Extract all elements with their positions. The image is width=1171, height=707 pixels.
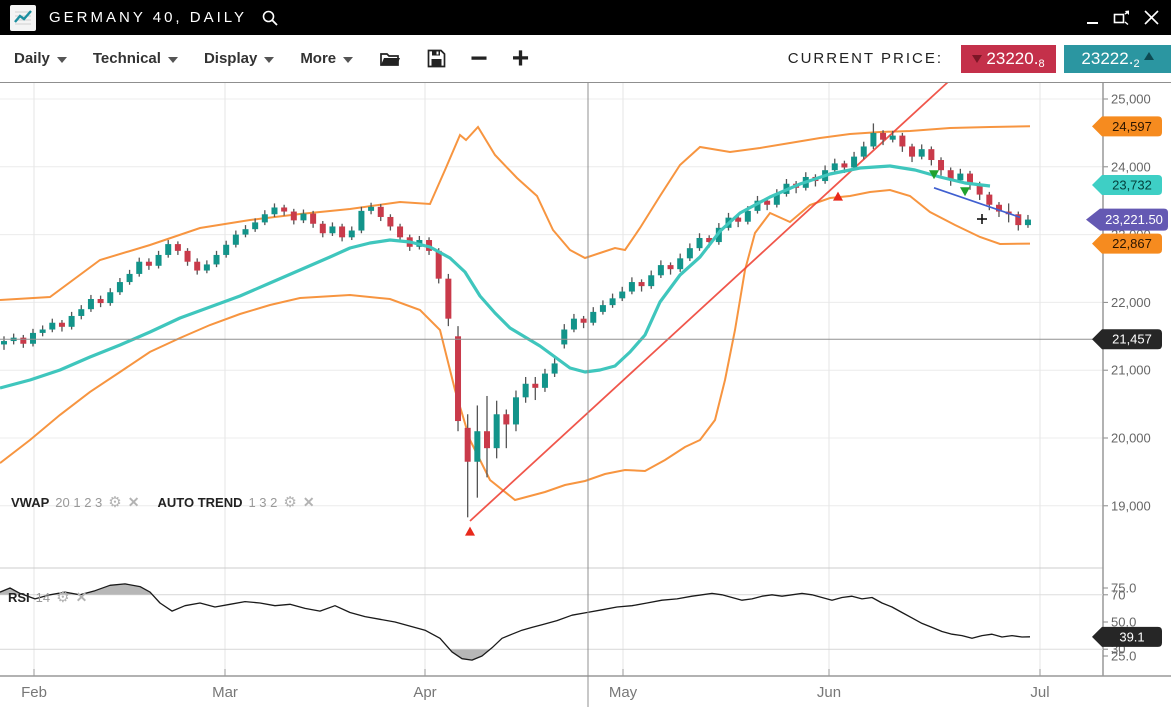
indicator-row-vwap: VWAP 20 1 2 3 ⚙ ✕ AUTO TREND 1 3 2 ⚙ ✕ (11, 493, 315, 511)
svg-text:24,597: 24,597 (1112, 119, 1152, 134)
price-up-arrow-icon (1144, 52, 1154, 60)
chart-canvas[interactable]: 25,00024,00023,00022,00021,00020,00019,0… (0, 0, 1171, 707)
price-axis-labels: 25,00024,00023,00022,00021,00020,00019,0… (1103, 92, 1151, 514)
svg-text:70: 70 (1111, 587, 1125, 602)
menu-daily-label: Daily (14, 50, 50, 67)
menu-technical-label: Technical (93, 50, 161, 67)
auto-trend-remove-icon[interactable]: ✕ (303, 494, 315, 511)
bid-price-badge: 23220.8 (961, 45, 1056, 73)
close-button[interactable] (1144, 10, 1159, 25)
current-price-label: CURRENT PRICE: (788, 50, 943, 67)
svg-text:20,000: 20,000 (1111, 431, 1151, 446)
window-controls (1087, 10, 1159, 26)
rsi-value-badge: 39.1 (1092, 627, 1162, 647)
vwap-remove-icon[interactable]: ✕ (128, 494, 140, 511)
price-down-arrow-icon (972, 55, 982, 63)
zoom-out-button[interactable]: − (470, 49, 488, 69)
chevron-down-icon (57, 57, 67, 63)
ask-price-dec: 2 (1133, 58, 1139, 70)
rsi-remove-icon[interactable]: ✕ (76, 589, 88, 606)
rsi-pane: 75.07050.03025.0 (0, 581, 1136, 664)
svg-text:21,000: 21,000 (1111, 363, 1151, 378)
app-window: 25,00024,00023,00022,00021,00020,00019,0… (0, 0, 1171, 707)
save-icon[interactable] (427, 49, 446, 68)
svg-text:May: May (609, 684, 638, 701)
ask-price-badge: 23222.2 (1064, 45, 1171, 73)
chevron-down-icon (343, 57, 353, 63)
menu-display[interactable]: Display (204, 50, 274, 67)
vwap-settings-gear-icon[interactable]: ⚙ (108, 493, 121, 511)
svg-text:25,000: 25,000 (1111, 92, 1151, 107)
rsi-indicator-params: 14 (36, 590, 50, 605)
current-price-block: CURRENT PRICE: 23220.8 23222.2 (788, 45, 1171, 73)
rsi-settings-gear-icon[interactable]: ⚙ (56, 588, 69, 606)
zoom-in-button[interactable]: + (512, 49, 530, 69)
svg-text:Jun: Jun (817, 684, 841, 701)
auto-trend-indicator-label: AUTO TREND (157, 495, 242, 510)
auto-trend-settings-gear-icon[interactable]: ⚙ (283, 493, 296, 511)
svg-text:21,457: 21,457 (1112, 332, 1152, 347)
menu-display-label: Display (204, 50, 257, 67)
menu-technical[interactable]: Technical (93, 50, 178, 67)
svg-text:Feb: Feb (21, 684, 47, 701)
restore-window-button[interactable] (1113, 10, 1130, 26)
svg-text:Jul: Jul (1030, 684, 1049, 701)
minimize-button[interactable] (1087, 11, 1099, 25)
title-bar: GERMANY 40, DAILY (0, 0, 1171, 35)
svg-text:19,000: 19,000 (1111, 498, 1151, 513)
time-axis-labels: Feb Mar Apr May Jun Jul (21, 669, 1050, 701)
menu-more[interactable]: More (300, 50, 353, 67)
rsi-indicator (0, 584, 1030, 660)
chevron-down-icon (168, 57, 178, 63)
axes (0, 83, 1171, 676)
price-gridlines (0, 99, 1103, 506)
svg-text:22,000: 22,000 (1111, 295, 1151, 310)
search-icon[interactable] (261, 9, 279, 27)
menu-daily[interactable]: Daily (14, 50, 67, 67)
svg-text:39.1: 39.1 (1119, 629, 1144, 644)
svg-text:23,221.50: 23,221.50 (1105, 212, 1163, 227)
bid-price-int: 23220 (986, 49, 1033, 69)
menu-more-label: More (300, 50, 336, 67)
toolbar: Daily Technical Display More (0, 35, 1171, 83)
svg-text:23,732: 23,732 (1112, 177, 1152, 192)
svg-text:22,867: 22,867 (1112, 236, 1152, 251)
bid-price-dec: 8 (1038, 58, 1044, 70)
window-title: GERMANY 40, DAILY (49, 9, 247, 26)
vwap-indicator-label: VWAP (11, 495, 49, 510)
bollinger-lower-band (0, 190, 1030, 500)
rsi-indicator-label: RSI (8, 590, 30, 605)
indicator-row-rsi: RSI 14 ⚙ ✕ (8, 588, 87, 606)
ask-price-int: 23222 (1081, 49, 1128, 69)
open-folder-icon[interactable] (379, 50, 401, 68)
bollinger-upper-band (0, 126, 1030, 300)
svg-text:Apr: Apr (413, 684, 436, 701)
auto-trend-indicator-params: 1 3 2 (248, 495, 277, 510)
chevron-down-icon (264, 57, 274, 63)
app-logo-icon (10, 5, 36, 31)
candles (1, 123, 1031, 517)
svg-text:Mar: Mar (212, 684, 238, 701)
time-gridlines (34, 83, 1040, 676)
svg-text:24,000: 24,000 (1111, 159, 1151, 174)
vwap-indicator-params: 20 1 2 3 (55, 495, 102, 510)
svg-text:25.0: 25.0 (1111, 649, 1136, 664)
